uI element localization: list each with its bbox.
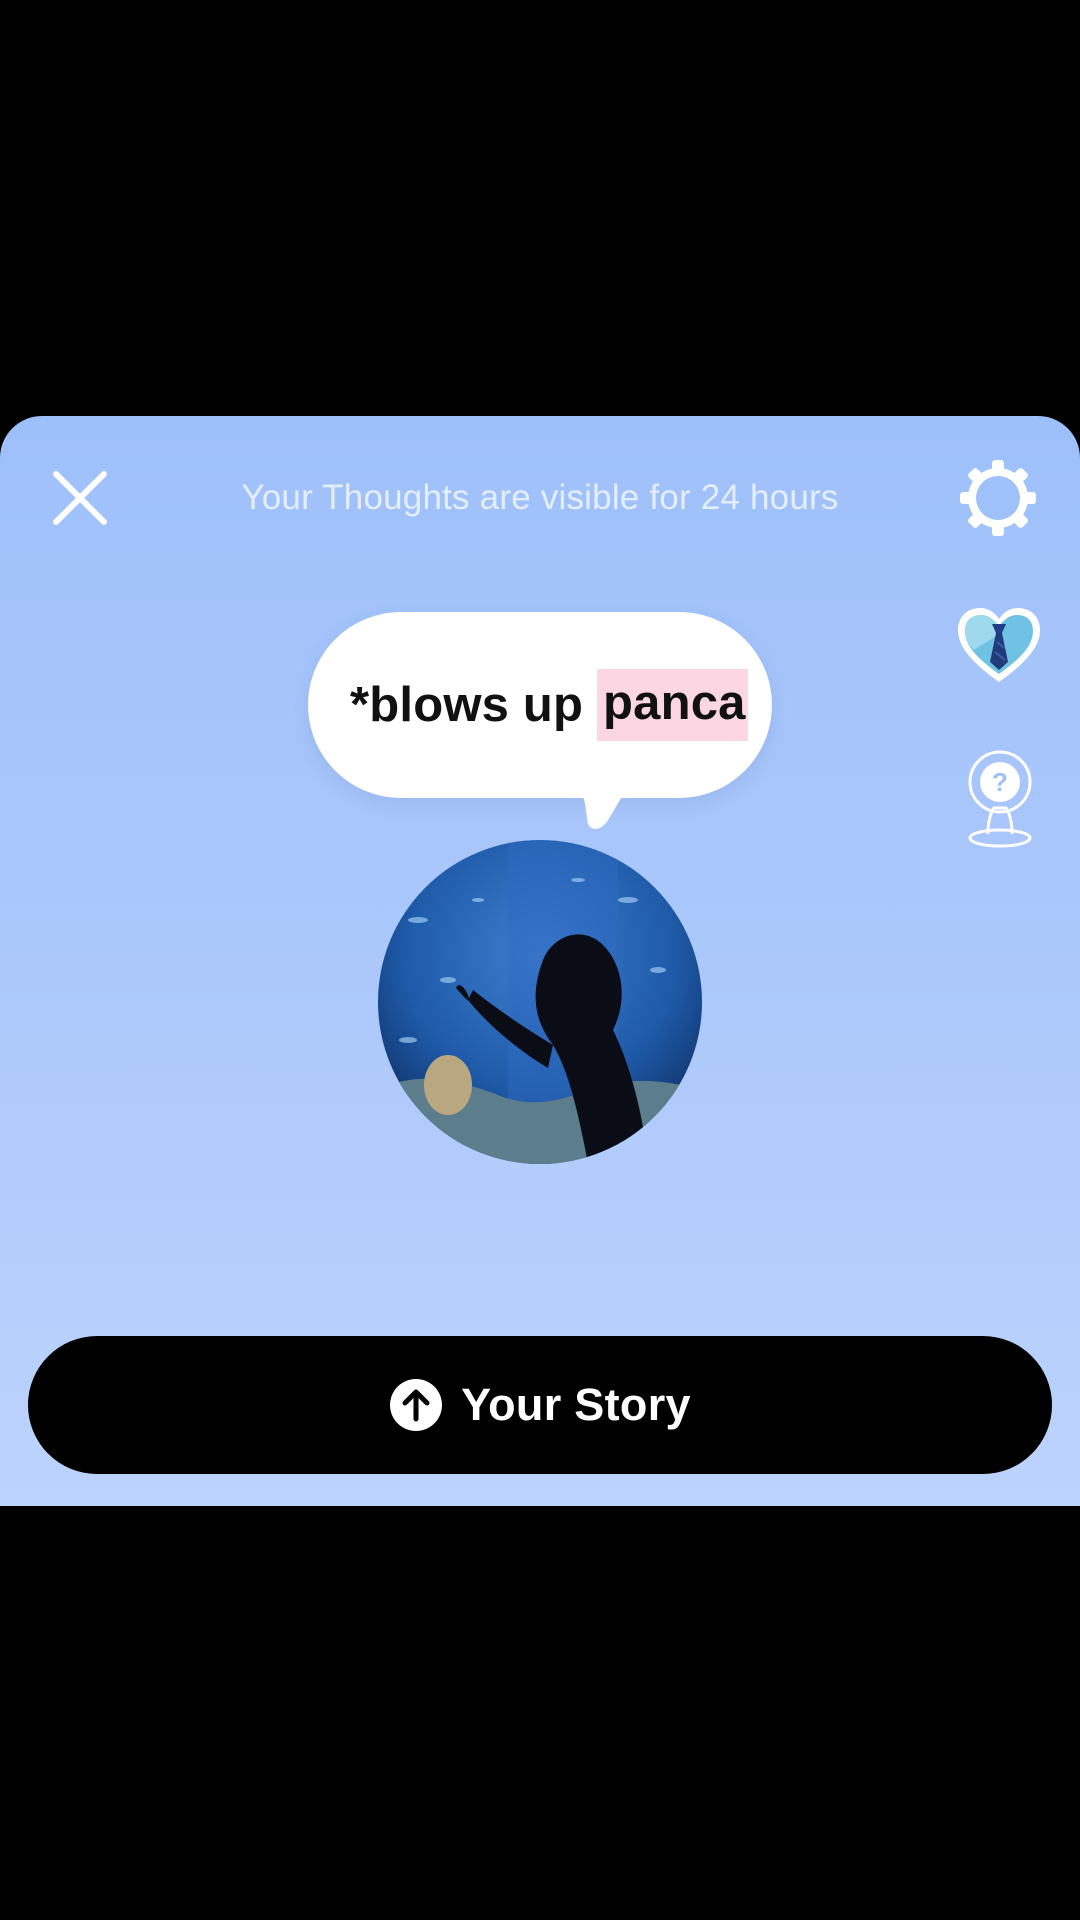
svg-text:?: ? [992,767,1008,797]
close-icon [53,471,107,525]
avatar-help-button[interactable]: ? [958,744,1042,848]
visibility-note: Your Thoughts are visible for 24 hours [241,478,839,517]
thoughts-sheet: Your Thoughts are visible for 24 hours ?… [0,416,1080,1506]
upload-arrow-icon [390,1379,443,1431]
thought-bubble[interactable]: *blows up panca [308,612,772,798]
bubble-tail [578,784,632,829]
thought-input[interactable]: *blows up panca [350,612,748,798]
thought-text-selected: panca [597,669,748,741]
settings-button[interactable] [956,456,1040,540]
close-button[interactable] [48,466,112,530]
thought-text-plain: *blows up [350,678,597,732]
story-button-label: Your Story [461,1379,691,1430]
heart-tie-button[interactable] [954,604,1044,686]
profile-photo [378,840,702,1164]
share-to-story-button[interactable]: Your Story [28,1336,1052,1474]
heart-tie-icon [958,608,1040,682]
avatar[interactable] [378,840,702,1164]
avatar-question-icon: ? [968,750,1032,848]
gear-icon [960,460,1036,536]
